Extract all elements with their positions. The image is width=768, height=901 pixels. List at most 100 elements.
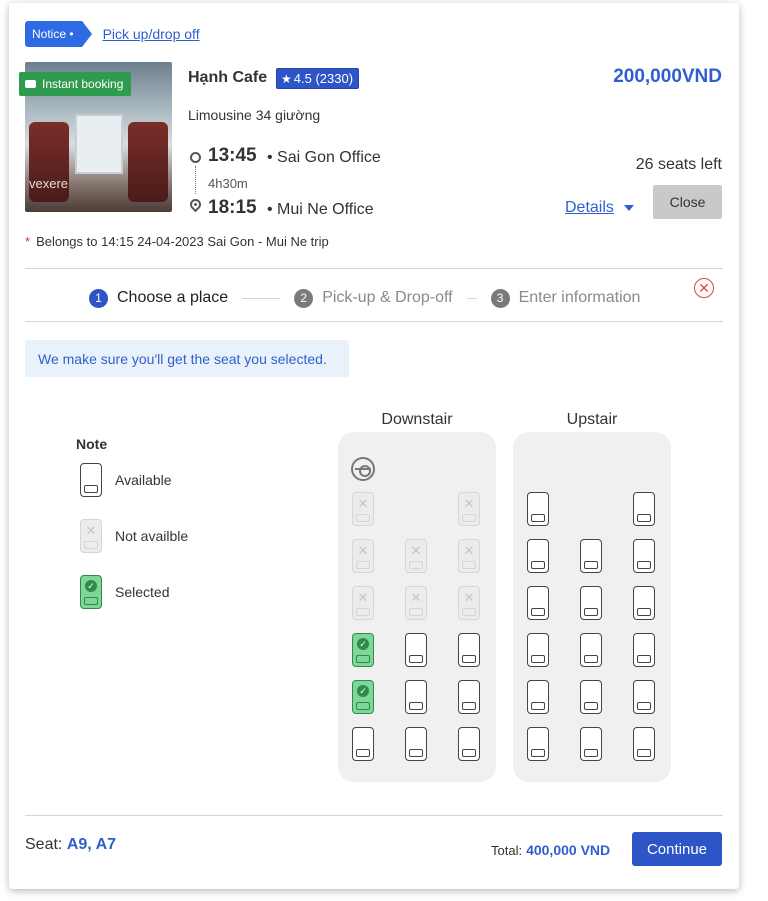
legend-label: Not availble	[115, 528, 189, 544]
step-choose-place[interactable]: 1 Choose a place	[89, 288, 229, 308]
close-circle-icon[interactable]: ✕	[694, 278, 714, 298]
seat-unavailable: ✕	[352, 492, 374, 526]
step-pickup-dropoff[interactable]: 2 Pick-up & Drop-off	[294, 288, 453, 308]
pickup-dropoff-link[interactable]: Pick up/drop off	[103, 26, 200, 42]
seat-available[interactable]	[527, 586, 549, 620]
seat-unavailable: ✕	[405, 539, 427, 573]
close-button[interactable]: Close	[653, 185, 722, 219]
seat-available[interactable]	[633, 492, 655, 526]
x-icon: ✕	[463, 543, 475, 558]
legend-not-available: ✕ Not availble	[80, 519, 188, 553]
depart-time: 13:45	[208, 145, 257, 166]
x-icon: ✕	[357, 590, 369, 605]
x-icon: ✕	[463, 590, 475, 605]
seat-selected[interactable]: ✓	[352, 680, 374, 714]
step-label: Enter information	[518, 289, 641, 306]
seat-available[interactable]	[633, 680, 655, 714]
seat-selected-icon: ✓	[80, 575, 102, 609]
seat-available[interactable]	[527, 633, 549, 667]
belongs-text: Belongs to 14:15 24-04-2023 Sai Gon - Mu…	[36, 234, 329, 249]
legend-label: Selected	[115, 584, 170, 600]
seat-unavailable: ✕	[458, 586, 480, 620]
seat-available[interactable]	[405, 680, 427, 714]
seat-available[interactable]	[633, 727, 655, 761]
details-link[interactable]: Details	[565, 199, 614, 217]
x-icon: ✕	[357, 496, 369, 511]
notice-row: Notice • Pick up/drop off	[25, 21, 200, 47]
step-number: 1	[89, 288, 108, 308]
x-icon: ✕	[463, 496, 475, 511]
seat-available[interactable]	[580, 586, 602, 620]
seat-unavailable: ✕	[458, 492, 480, 526]
x-icon: ✕	[357, 543, 369, 558]
vehicle-type: Limousine 34 giường	[188, 107, 321, 123]
check-icon: ✓	[357, 685, 369, 697]
seat-selected[interactable]: ✓	[352, 633, 374, 667]
seat-available[interactable]	[580, 539, 602, 573]
instant-booking-badge: Instant booking	[19, 72, 132, 96]
legend-available: Available	[80, 463, 172, 497]
steering-wheel-icon	[351, 457, 375, 481]
upstair-deck	[513, 432, 671, 782]
seat-available[interactable]	[405, 633, 427, 667]
ticket-price: 200,000VND	[613, 66, 722, 87]
seat-available[interactable]	[458, 680, 480, 714]
seat-unavailable: ✕	[405, 586, 427, 620]
legend-label: Available	[115, 472, 172, 488]
seat-available[interactable]	[633, 586, 655, 620]
seat-available[interactable]	[458, 633, 480, 667]
seat-available[interactable]	[527, 727, 549, 761]
check-icon: ✓	[357, 638, 369, 650]
seat-available[interactable]	[580, 680, 602, 714]
seat-guarantee-banner: We make sure you'll get the seat you sel…	[25, 340, 349, 377]
seat-available[interactable]	[458, 727, 480, 761]
arrive-time: 18:15	[208, 197, 257, 218]
notice-badge: Notice •	[25, 21, 92, 47]
seat-available[interactable]	[580, 727, 602, 761]
legend-selected: ✓ Selected	[80, 575, 169, 609]
downstair-title: Downstair	[381, 411, 453, 428]
trip-duration: 4h30m	[208, 176, 248, 191]
step-number: 3	[490, 288, 510, 308]
step-label: Pick-up & Drop-off	[322, 289, 453, 306]
arrive-place: • Mui Ne Office	[267, 201, 374, 218]
x-icon: ✕	[410, 543, 422, 558]
trip-timeline: 13:45 • Sai Gon Office 4h30m 18:15 • Mui…	[187, 143, 488, 223]
asterisk-icon: *	[25, 234, 31, 249]
operator-name: Hạnh Cafe	[188, 69, 268, 86]
seat-available[interactable]	[633, 539, 655, 573]
seat-available[interactable]	[527, 680, 549, 714]
rating-value: 4.5 (2330)	[293, 71, 354, 86]
booking-steps: 1 Choose a place 2 Pick-up & Drop-off 3 …	[89, 286, 640, 310]
seats-left: 26 seats left	[635, 156, 722, 173]
step-label: Choose a place	[117, 289, 229, 306]
legend-title: Note	[76, 436, 108, 452]
seat-available[interactable]	[352, 727, 374, 761]
seat-available-icon	[80, 463, 102, 497]
star-icon: ★	[281, 71, 292, 86]
seat-available[interactable]	[527, 539, 549, 573]
rating-badge[interactable]: ★ 4.5 (2330)	[276, 68, 360, 89]
depart-circle-icon	[190, 152, 201, 163]
seat-unavailable: ✕	[458, 539, 480, 573]
depart-place: • Sai Gon Office	[267, 149, 381, 166]
selected-seats-summary: Seat: A9, A7	[25, 836, 116, 854]
seat-available[interactable]	[633, 633, 655, 667]
seat-available[interactable]	[405, 727, 427, 761]
total-label: Total:	[491, 843, 523, 858]
continue-button[interactable]: Continue	[632, 832, 722, 866]
divider	[25, 268, 723, 269]
divider	[25, 321, 723, 322]
photo-watermark: vexere	[29, 176, 69, 191]
booking-card: Notice • Pick up/drop off vexere Instant…	[9, 3, 739, 889]
divider	[25, 815, 723, 816]
downstair-deck: ✕ ✕ ✕ ✕ ✕ ✕ ✕ ✕ ✓ ✓	[338, 432, 496, 782]
seat-value: A9, A7	[66, 836, 117, 853]
seat-available[interactable]	[527, 492, 549, 526]
caret-down-icon[interactable]	[624, 205, 634, 211]
upstair-title: Upstair	[566, 411, 618, 428]
seat-available[interactable]	[580, 633, 602, 667]
step-enter-information[interactable]: 3 Enter information	[490, 288, 641, 308]
seat-unavailable-icon: ✕	[80, 519, 102, 553]
x-icon: ✕	[410, 590, 422, 605]
